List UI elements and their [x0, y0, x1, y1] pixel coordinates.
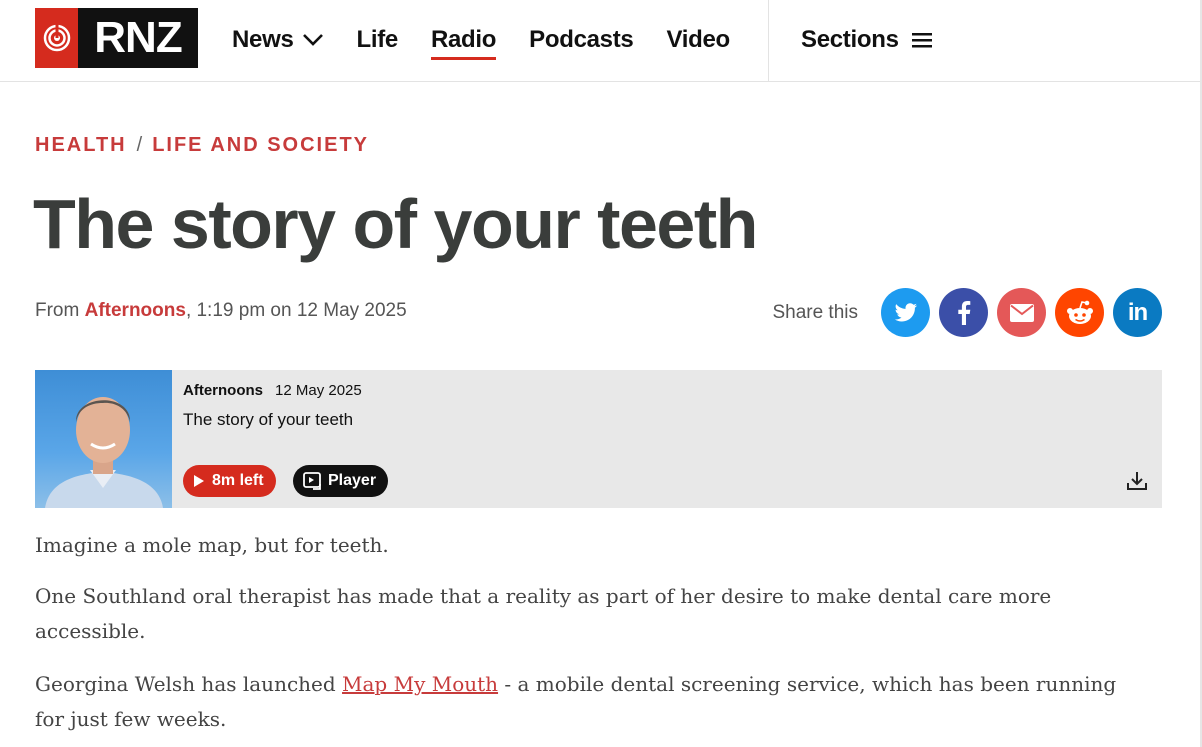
byline-program-link[interactable]: Afternoons	[85, 300, 186, 322]
nav-divider	[768, 0, 769, 81]
map-my-mouth-link[interactable]: Map My Mouth	[342, 672, 498, 696]
open-player-button[interactable]: Player	[293, 465, 389, 497]
player-meta: Afternoons 12 May 2025	[183, 382, 362, 399]
player-date: 12 May 2025	[275, 382, 362, 399]
body-paragraph-3-start: Georgina Welsh has launched	[35, 672, 343, 696]
breadcrumb-life-and-society[interactable]: LIFE AND SOCIETY	[152, 134, 369, 157]
download-icon	[1127, 472, 1147, 490]
site-header: RNZ News Life Radio Podcasts Video Secti…	[0, 0, 1202, 82]
byline-time: , 1:19 pm on 12 May 2025	[185, 300, 407, 321]
body-paragraph-3: Georgina Welsh has launched Map My Mouth…	[35, 667, 1145, 737]
rnz-logo[interactable]: RNZ	[35, 8, 198, 68]
nav-news-label: News	[232, 26, 294, 53]
linkedin-icon: in	[1127, 298, 1148, 326]
popout-player-icon	[303, 472, 321, 490]
body-paragraph-2: One Southland oral therapist has made th…	[35, 584, 1052, 643]
breadcrumb-separator: /	[136, 134, 143, 156]
byline-prefix: From	[35, 300, 80, 321]
download-button[interactable]	[1126, 470, 1148, 492]
presenter-photo	[35, 370, 172, 508]
reddit-icon	[1066, 300, 1093, 324]
sections-menu-button[interactable]: Sections	[801, 0, 933, 80]
byline: From Afternoons, 1:19 pm on 12 May 2025	[35, 300, 407, 322]
twitter-icon	[894, 302, 917, 321]
share-twitter-button[interactable]	[881, 288, 930, 337]
breadcrumb-health[interactable]: HEALTH	[35, 134, 127, 157]
email-icon	[1009, 303, 1034, 322]
nav-life[interactable]: Life	[357, 26, 399, 54]
nav-video[interactable]: Video	[666, 26, 730, 54]
play-button-label: 8m left	[212, 472, 264, 489]
breadcrumb: HEALTH / LIFE AND SOCIETY	[35, 134, 369, 157]
open-player-label: Player	[328, 472, 377, 489]
nav-radio[interactable]: Radio	[430, 26, 496, 60]
share-bar: Share this in	[772, 288, 1162, 337]
player-episode-title[interactable]: The story of your teeth	[183, 410, 353, 430]
nav-news[interactable]: News	[232, 26, 324, 54]
share-reddit-button[interactable]	[1055, 288, 1104, 337]
play-button[interactable]: 8m left	[183, 465, 276, 497]
facebook-icon	[957, 300, 970, 325]
share-label: Share this	[772, 301, 858, 323]
page-title: The story of your teeth	[33, 185, 758, 263]
hamburger-icon	[911, 31, 933, 49]
rnz-logo-text: RNZ	[78, 8, 198, 68]
share-facebook-button[interactable]	[939, 288, 988, 337]
share-linkedin-button[interactable]: in	[1113, 288, 1162, 337]
chevron-down-icon	[302, 33, 324, 47]
audio-player: Afternoons 12 May 2025 The story of your…	[35, 370, 1162, 508]
player-program[interactable]: Afternoons	[183, 382, 263, 399]
sections-label: Sections	[801, 26, 899, 53]
nav-podcasts[interactable]: Podcasts	[529, 26, 634, 54]
share-email-button[interactable]	[997, 288, 1046, 337]
main-nav: News Life Radio Podcasts Video	[232, 0, 763, 80]
play-icon	[194, 475, 204, 487]
rnz-logo-mark-icon	[35, 8, 78, 68]
body-paragraph-1: Imagine a mole map, but for teeth.	[35, 533, 389, 557]
